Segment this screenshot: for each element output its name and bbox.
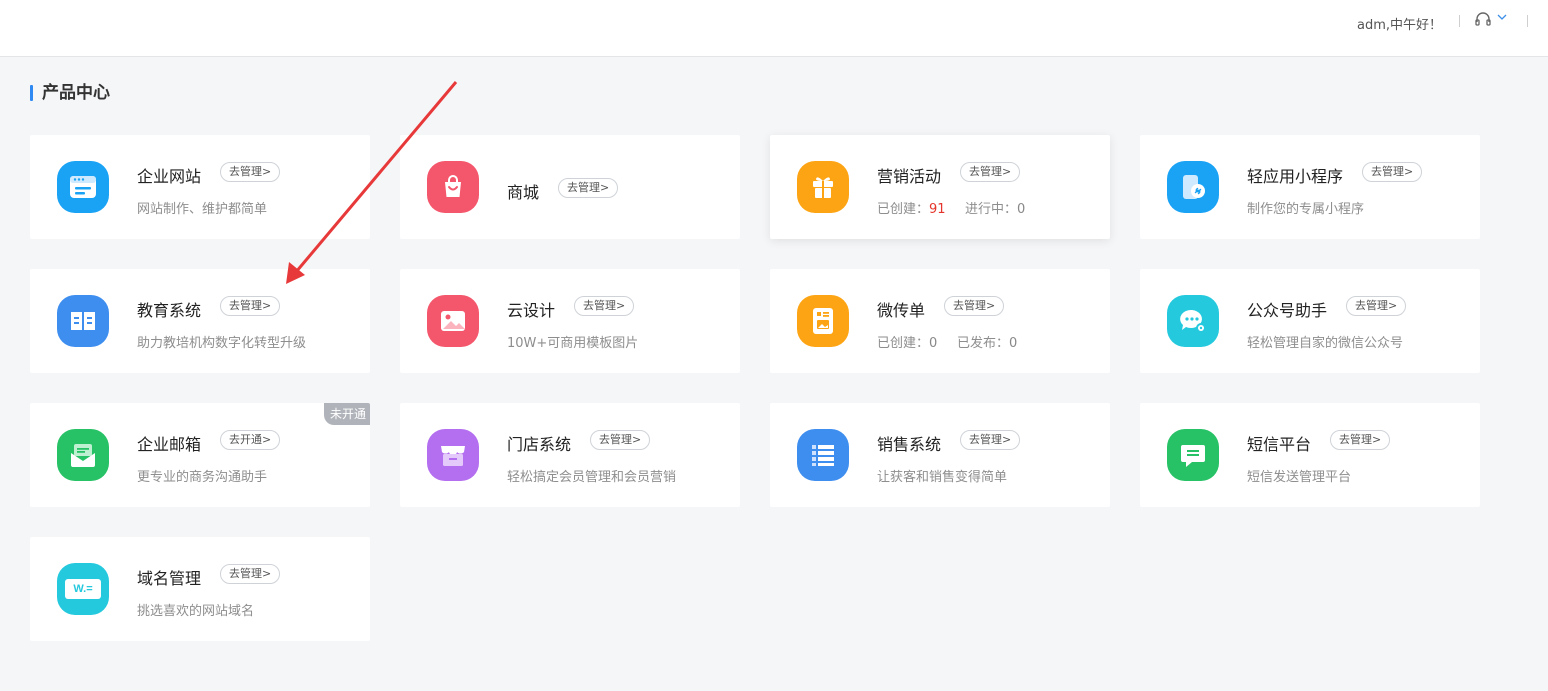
- card-description: 轻松搞定会员管理和会员营销: [507, 470, 677, 485]
- manage-button[interactable]: 去管理>: [220, 162, 281, 182]
- stat-published: 已发布：0: [957, 336, 1018, 351]
- card-sales[interactable]: 销售系统 去管理> 让获客和销售变得简单: [770, 403, 1110, 507]
- activate-button[interactable]: 去开通>: [220, 430, 281, 450]
- mail-icon: [57, 429, 109, 481]
- card-cloud-design[interactable]: 云设计 去管理> 10W+可商用模板图片: [400, 269, 740, 373]
- card-title: 企业邮箱: [137, 435, 202, 454]
- top-bar: adm,中午好！: [0, 0, 1548, 57]
- chat-gear-icon: [1167, 295, 1219, 347]
- manage-button[interactable]: 去管理>: [590, 430, 651, 450]
- website-icon: [57, 161, 109, 213]
- manage-button[interactable]: 去管理>: [944, 296, 1005, 316]
- manage-button[interactable]: 去管理>: [1330, 430, 1391, 450]
- card-mall[interactable]: 商城 去管理>: [400, 135, 740, 239]
- card-enterprise-website[interactable]: 企业网站 去管理> 网站制作、维护都简单: [30, 135, 370, 239]
- card-title: 商城: [507, 183, 540, 202]
- manage-button[interactable]: 去管理>: [574, 296, 635, 316]
- book-icon: [57, 295, 109, 347]
- sms-icon: [1167, 429, 1219, 481]
- gift-icon: [797, 161, 849, 213]
- store-icon: [427, 429, 479, 481]
- stat-created: 已创建：0: [877, 336, 938, 351]
- card-flyer[interactable]: 微传单 去管理> 已创建：0 已发布：0: [770, 269, 1110, 373]
- card-title: 轻应用小程序: [1247, 167, 1344, 186]
- card-official-account[interactable]: 公众号助手 去管理> 轻松管理自家的微信公众号: [1140, 269, 1480, 373]
- card-sms[interactable]: 短信平台 去管理> 短信发送管理平台: [1140, 403, 1480, 507]
- headset-icon[interactable]: [1474, 11, 1492, 29]
- card-description: 10W+可商用模板图片: [507, 336, 639, 351]
- card-description: 短信发送管理平台: [1247, 470, 1352, 485]
- card-description: 网站制作、维护都简单: [137, 202, 268, 217]
- card-marketing[interactable]: 营销活动 去管理> 已创建：91 进行中：0: [770, 135, 1110, 239]
- manage-button[interactable]: 去管理>: [1362, 162, 1423, 182]
- card-title: 微传单: [877, 301, 926, 320]
- manage-button[interactable]: 去管理>: [960, 162, 1021, 182]
- shopping-bag-icon: [427, 161, 479, 213]
- manage-button[interactable]: 去管理>: [220, 296, 281, 316]
- card-domain[interactable]: W.= 域名管理 去管理> 挑选喜欢的网站域名: [30, 537, 370, 641]
- card-title: 门店系统: [507, 435, 572, 454]
- mini-program-icon: [1167, 161, 1219, 213]
- domain-icon: W.=: [57, 563, 109, 615]
- card-title: 企业网站: [137, 167, 202, 186]
- card-title: 云设计: [507, 301, 556, 320]
- card-description: 助力教培机构数字化转型升级: [137, 336, 307, 351]
- manage-button[interactable]: 去管理>: [1346, 296, 1407, 316]
- card-title: 域名管理: [137, 569, 202, 588]
- card-title: 销售系统: [877, 435, 942, 454]
- list-icon: [797, 429, 849, 481]
- greeting-text: adm,中午好！: [1356, 18, 1442, 33]
- card-mini-program[interactable]: 轻应用小程序 去管理> 制作您的专属小程序: [1140, 135, 1480, 239]
- card-store[interactable]: 门店系统 去管理> 轻松搞定会员管理和会员营销: [400, 403, 740, 507]
- domain-badge: W.=: [65, 579, 101, 599]
- card-description: 挑选喜欢的网站域名: [137, 604, 255, 619]
- card-description: 制作您的专属小程序: [1247, 202, 1365, 217]
- chevron-down-icon[interactable]: [1497, 13, 1507, 24]
- card-education[interactable]: 教育系统 去管理> 助力教培机构数字化转型升级: [30, 269, 370, 373]
- stat-in-progress: 进行中：0: [965, 202, 1026, 217]
- image-icon: [427, 295, 479, 347]
- manage-button[interactable]: 去管理>: [960, 430, 1021, 450]
- section-title: 产品中心: [30, 83, 110, 103]
- card-description: 让获客和销售变得简单: [877, 470, 1008, 485]
- flyer-icon: [797, 295, 849, 347]
- card-description: 轻松管理自家的微信公众号: [1247, 336, 1404, 351]
- card-title: 营销活动: [877, 167, 942, 186]
- divider: [1459, 15, 1460, 27]
- card-title: 教育系统: [137, 301, 202, 320]
- manage-button[interactable]: 去管理>: [558, 178, 619, 198]
- divider: [1527, 15, 1528, 27]
- card-description: 更专业的商务沟通助手: [137, 470, 268, 485]
- manage-button[interactable]: 去管理>: [220, 564, 281, 584]
- card-title: 短信平台: [1247, 435, 1312, 454]
- card-enterprise-mail[interactable]: 企业邮箱 去开通> 更专业的商务沟通助手 未开通: [30, 403, 370, 507]
- stat-created: 已创建：91: [877, 202, 946, 217]
- card-title: 公众号助手: [1247, 301, 1328, 320]
- status-badge: 未开通: [323, 403, 370, 425]
